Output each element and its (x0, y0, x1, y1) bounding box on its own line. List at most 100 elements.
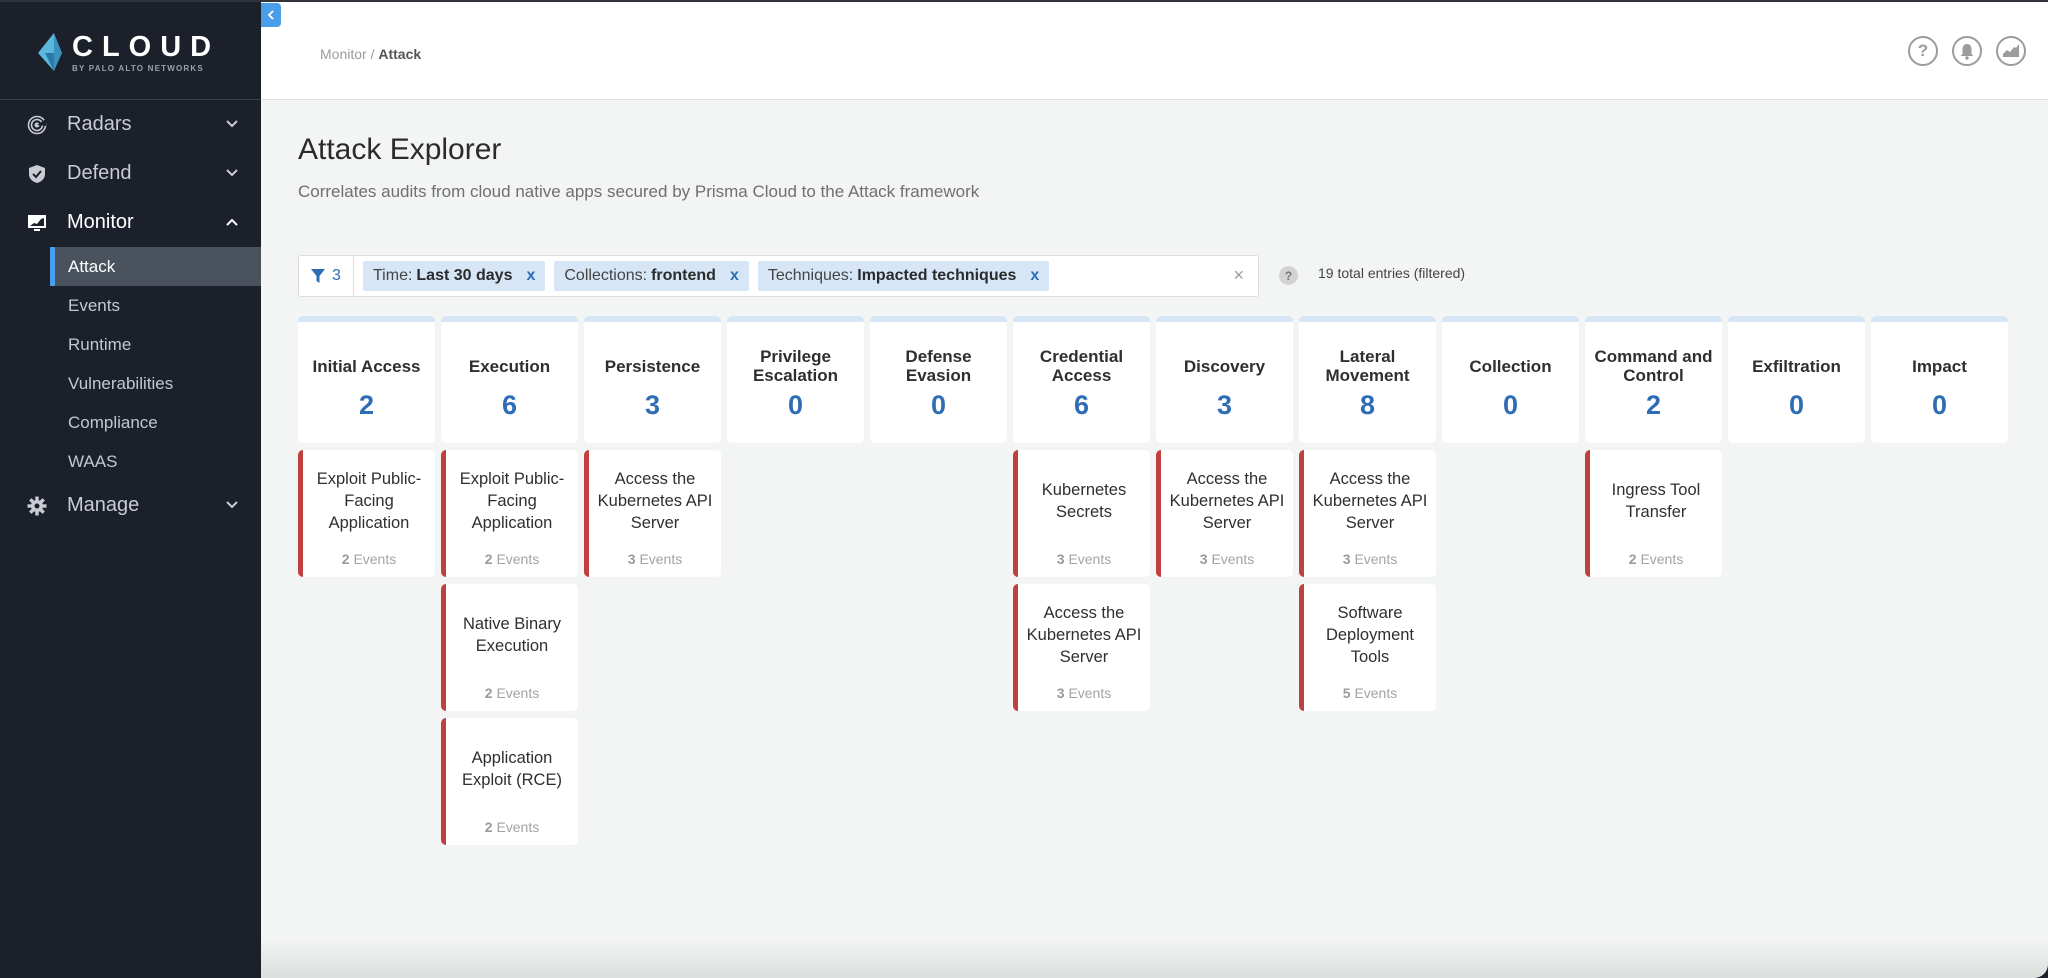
tactic-column: Lateral Movement 8 Access the Kubernetes A… (1299, 316, 1436, 845)
tactic-count: 3 (644, 390, 661, 420)
prisma-logo-icon (38, 33, 62, 71)
sidebar-subitem-attack[interactable]: Attack (50, 247, 261, 286)
sidebar-item-defend[interactable]: Defend (0, 149, 261, 198)
event-label: Events (1068, 551, 1112, 567)
event-label: Events (639, 551, 683, 567)
radar-icon (26, 114, 48, 136)
technique-card[interactable]: Kubernetes Secrets 3 Events (1013, 450, 1150, 577)
sidebar-item-radars[interactable]: Radars (0, 100, 261, 149)
technique-card[interactable]: Access the Kubernetes API Server 3 Events (1156, 450, 1293, 577)
chip-value: Impacted techniques (857, 267, 1017, 284)
sidebar: CLOUD BY PALO ALTO NETWORKS Radars Defen… (0, 0, 261, 978)
technique-card[interactable]: Access the Kubernetes API Server 3 Events (1013, 584, 1150, 711)
filter-bar[interactable]: 3 Time: Last 30 days x Collections: fronte… (298, 255, 1259, 297)
help-icon: ? (1917, 41, 1929, 60)
tactic-card[interactable]: Lateral Movement 8 (1299, 316, 1436, 443)
sidebar-subitem-compliance[interactable]: Compliance (50, 403, 261, 442)
tactic-count: 2 (358, 390, 375, 420)
brand-logo[interactable]: CLOUD BY PALO ALTO NETWORKS (34, 28, 220, 76)
technique-card[interactable]: Ingress Tool Transfer 2 Events (1585, 450, 1722, 577)
tactic-name: Privilege Escalation (752, 347, 839, 385)
help-icon[interactable]: ? (1279, 266, 1298, 285)
tactic-count: 6 (501, 390, 518, 420)
filter-chip-collections[interactable]: Collections: frontend x (554, 261, 749, 291)
technique-card[interactable]: Software Deployment Tools 5 Events (1299, 584, 1436, 711)
breadcrumb: Monitor / Attack (320, 46, 421, 62)
technique-card[interactable]: Native Binary Execution 2 Events (441, 584, 578, 711)
event-count: 3 (1199, 551, 1208, 567)
technique-card[interactable]: Access the Kubernetes API Server 3 Events (1299, 450, 1436, 577)
tactic-count: 0 (930, 390, 947, 420)
filter-chip-techniques[interactable]: Techniques: Impacted techniques x (757, 261, 1050, 291)
page-title: Attack Explorer (298, 133, 502, 166)
attack-matrix: Initial Access 2 Exploit Public-Facing App… (298, 316, 2008, 845)
tactic-card[interactable]: Initial Access 2 (298, 316, 435, 443)
breadcrumb-parent[interactable]: Monitor (320, 46, 367, 62)
technique-name: Exploit Public-Facing Application (316, 470, 422, 532)
tactic-name: Persistence (604, 356, 701, 376)
tactic-name: Exfiltration (1752, 356, 1841, 376)
tactic-count: 8 (1359, 390, 1376, 420)
chip-key: Techniques: (767, 267, 854, 284)
header-actions: ? (1908, 36, 2026, 66)
chevron-left-icon (267, 10, 274, 20)
tactic-card[interactable]: Credential Access 6 (1013, 316, 1150, 443)
technique-event-count: 3 Events (1200, 551, 1255, 567)
tactic-column: Initial Access 2 Exploit Public-Facing App… (298, 316, 435, 845)
filter-icon (311, 268, 326, 283)
sidebar-item-label: Defend (67, 162, 132, 184)
remove-chip-icon[interactable]: x (730, 267, 739, 285)
tactic-name: Impact (1912, 356, 1967, 376)
tactic-card[interactable]: Command and Control 2 (1585, 316, 1722, 443)
notifications-button[interactable] (1952, 36, 1982, 66)
event-count: 3 (1056, 685, 1065, 701)
technique-event-count: 3 Events (1057, 551, 1112, 567)
technique-event-count: 2 Events (342, 551, 397, 567)
sidebar-item-label: Manage (67, 494, 140, 516)
help-button[interactable]: ? (1908, 36, 1938, 66)
technique-card[interactable]: Application Exploit (RCE) 2 Events (441, 718, 578, 845)
technique-card[interactable]: Access the Kubernetes API Server 3 Events (584, 450, 721, 577)
tactic-card[interactable]: Persistence 3 (584, 316, 721, 443)
technique-event-count: 3 Events (1057, 685, 1112, 701)
bell-icon (1960, 43, 1974, 60)
tactic-column: Impact 0 (1871, 316, 2008, 845)
technique-name: Native Binary Execution (462, 615, 562, 655)
sidebar-subitem-waas[interactable]: WAAS (50, 442, 261, 481)
remove-chip-icon[interactable]: x (526, 267, 535, 285)
technique-card[interactable]: Exploit Public-Facing Application 2 Event… (298, 450, 435, 577)
sidebar-item-monitor[interactable]: Monitor (0, 198, 261, 247)
technique-card[interactable]: Exploit Public-Facing Application 2 Event… (441, 450, 578, 577)
chip-key: Collections: (564, 267, 648, 284)
breadcrumb-current: Attack (378, 46, 422, 62)
tactic-card[interactable]: Collection 0 (1442, 316, 1579, 443)
sidebar-item-manage[interactable]: Manage (0, 481, 261, 530)
tactic-name: Discovery (1183, 356, 1266, 376)
event-label: Events (496, 551, 540, 567)
chevron-down-icon (226, 501, 238, 509)
clear-filters-icon[interactable]: × (1233, 265, 1244, 286)
sidebar-subitem-vulnerabilities[interactable]: Vulnerabilities (50, 364, 261, 403)
tactic-card[interactable]: Impact 0 (1871, 316, 2008, 443)
stats-button[interactable] (1996, 36, 2026, 66)
tactic-card[interactable]: Privilege Escalation 0 (727, 316, 864, 443)
chevron-down-icon (226, 169, 238, 177)
tactic-card[interactable]: Exfiltration 0 (1728, 316, 1865, 443)
filter-count-button[interactable]: 3 (299, 256, 354, 296)
technique-event-count: 2 Events (485, 685, 540, 701)
tactic-card[interactable]: Defense Evasion 0 (870, 316, 1007, 443)
technique-event-count: 3 Events (1343, 551, 1398, 567)
event-count: 2 (341, 551, 350, 567)
tactic-name: Initial Access (312, 356, 421, 376)
event-count: 2 (484, 551, 493, 567)
tactic-card[interactable]: Discovery 3 (1156, 316, 1293, 443)
tactic-card[interactable]: Execution 6 (441, 316, 578, 443)
filter-chip-time[interactable]: Time: Last 30 days x (363, 261, 546, 291)
technique-name: Exploit Public-Facing Application (459, 470, 565, 532)
sidebar-subitem-runtime[interactable]: Runtime (50, 325, 261, 364)
remove-chip-icon[interactable]: x (1030, 267, 1039, 285)
sidebar-subitem-events[interactable]: Events (50, 286, 261, 325)
tactic-name: Defense Evasion (905, 347, 972, 385)
sidebar-collapse-button[interactable] (261, 3, 281, 27)
sidebar-item-label: Monitor (67, 211, 134, 233)
